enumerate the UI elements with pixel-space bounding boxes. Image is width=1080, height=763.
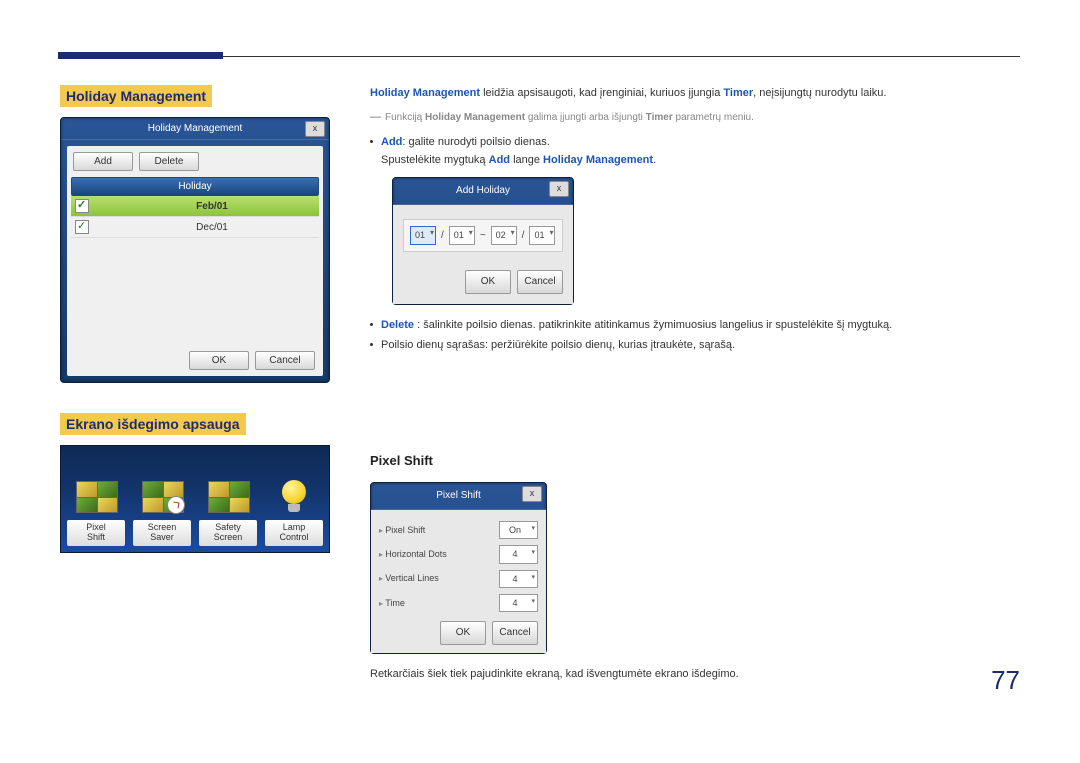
dialog-footer: OK Cancel bbox=[379, 621, 538, 645]
month-from-select[interactable]: 01 bbox=[410, 226, 436, 244]
column-header: Holiday bbox=[71, 177, 319, 196]
dialog-body: Add Delete Holiday Feb/01 Dec/01 OK Ca bbox=[67, 146, 323, 376]
header-accent-bar bbox=[58, 52, 223, 59]
page: Holiday Management Holiday Management x … bbox=[0, 0, 1080, 724]
select[interactable]: On bbox=[499, 521, 538, 539]
dialog-title: Add Holiday x bbox=[393, 178, 573, 205]
close-icon[interactable]: x bbox=[549, 181, 569, 197]
dialog-footer: OK Cancel bbox=[403, 270, 563, 294]
tile-screen-saver[interactable]: Screen Saver bbox=[133, 476, 191, 546]
subheading: Pixel Shift bbox=[370, 451, 1020, 472]
pixel-shift-section: Pixel Shift Pixel Shift x Pixel ShiftOn … bbox=[370, 451, 1020, 684]
ok-button[interactable]: OK bbox=[440, 621, 486, 645]
bullet-icon bbox=[370, 343, 373, 346]
select[interactable]: 4 bbox=[499, 570, 538, 588]
setting-row: Horizontal Dots4 bbox=[379, 542, 538, 566]
lamp-icon bbox=[265, 476, 323, 516]
pixel-shift-icon bbox=[67, 476, 125, 516]
content: Holiday Management Holiday Management x … bbox=[60, 85, 1020, 684]
bullet-list: Poilsio dienų sąrašas: peržiūrėkite poil… bbox=[370, 337, 1020, 355]
add-button[interactable]: Add bbox=[73, 152, 133, 171]
close-icon[interactable]: x bbox=[522, 486, 542, 502]
tile-label: Pixel Shift bbox=[67, 520, 125, 546]
month-to-select[interactable]: 02 bbox=[491, 226, 517, 244]
right-column: Holiday Management leidžia apsisaugoti, … bbox=[370, 85, 1020, 684]
pixel-shift-dialog: Pixel Shift x Pixel ShiftOn Horizontal D… bbox=[370, 482, 547, 655]
tile-lamp-control[interactable]: Lamp Control bbox=[265, 476, 323, 546]
date-range-fields: 01 / 01 ~ 02 / 01 bbox=[403, 219, 563, 251]
dialog-title: Pixel Shift x bbox=[371, 483, 546, 510]
delete-button[interactable]: Delete bbox=[139, 152, 199, 171]
dialog-footer: OK Cancel bbox=[189, 351, 315, 370]
pixel-shift-desc: Retkarčiais šiek tiek pajudinkite ekraną… bbox=[370, 666, 1020, 684]
screen-saver-icon bbox=[133, 476, 191, 516]
checkbox-icon[interactable] bbox=[75, 220, 89, 234]
tile-label: Safety Screen bbox=[199, 520, 257, 546]
safety-screen-icon bbox=[199, 476, 257, 516]
toolbar: Add Delete bbox=[67, 146, 323, 177]
table-row[interactable]: Feb/01 bbox=[71, 196, 319, 217]
term: Holiday Management bbox=[370, 87, 480, 99]
setting-row: Vertical Lines4 bbox=[379, 567, 538, 591]
cell-date: Dec/01 bbox=[109, 222, 315, 233]
section-label-holiday: Holiday Management bbox=[60, 85, 212, 107]
day-from-select[interactable]: 01 bbox=[449, 226, 475, 244]
term: Timer bbox=[723, 87, 753, 99]
bullet-add: Add: galite nurodyti poilsio dienas. Spu… bbox=[370, 134, 1020, 169]
page-number: 77 bbox=[991, 665, 1020, 696]
tile-label: Lamp Control bbox=[265, 520, 323, 546]
tile-label: Screen Saver bbox=[133, 520, 191, 546]
select[interactable]: 4 bbox=[499, 545, 538, 563]
setting-row: Pixel ShiftOn bbox=[379, 518, 538, 542]
cancel-button[interactable]: Cancel bbox=[517, 270, 563, 294]
bullet-icon bbox=[370, 323, 373, 326]
cancel-button[interactable]: Cancel bbox=[255, 351, 315, 370]
tile-safety-screen[interactable]: Safety Screen bbox=[199, 476, 257, 546]
holiday-management-dialog: Holiday Management x Add Delete Holiday … bbox=[60, 117, 330, 383]
tile-pixel-shift[interactable]: Pixel Shift bbox=[67, 476, 125, 546]
dialog-body: Pixel ShiftOn Horizontal Dots4 Vertical … bbox=[371, 510, 546, 654]
select[interactable]: 4 bbox=[499, 594, 538, 612]
left-column: Holiday Management Holiday Management x … bbox=[60, 85, 330, 684]
dialog-body: 01 / 01 ~ 02 / 01 OK Cancel bbox=[393, 205, 573, 303]
table-row[interactable]: Dec/01 bbox=[71, 217, 319, 238]
ok-button[interactable]: OK bbox=[465, 270, 511, 294]
add-holiday-dialog: Add Holiday x 01 / 01 ~ 02 / 01 OK bbox=[392, 177, 574, 304]
ok-button[interactable]: OK bbox=[189, 351, 249, 370]
icon-toolbar: Pixel Shift Screen Saver Safety Screen bbox=[60, 445, 330, 553]
dialog-title-text: Holiday Management bbox=[148, 123, 243, 134]
cell-date: Feb/01 bbox=[109, 201, 315, 212]
screen-burn-section: Ekrano išdegimo apsauga Pixel Shift Scre… bbox=[60, 413, 330, 553]
term: Add bbox=[381, 136, 402, 148]
cancel-button[interactable]: Cancel bbox=[492, 621, 538, 645]
note-text: ―Funkciją Holiday Management galima įjun… bbox=[370, 109, 1020, 127]
bullet-delete: Delete : šalinkite poilsio dienas. patik… bbox=[370, 317, 1020, 335]
setting-row: Time4 bbox=[379, 591, 538, 615]
dialog-title: Holiday Management x bbox=[61, 118, 329, 140]
intro-text: Holiday Management leidžia apsisaugoti, … bbox=[370, 85, 1020, 103]
checkbox-icon[interactable] bbox=[75, 199, 89, 213]
section-label-burn: Ekrano išdegimo apsauga bbox=[60, 413, 246, 435]
bullet-icon bbox=[370, 140, 373, 143]
day-to-select[interactable]: 01 bbox=[529, 226, 555, 244]
close-icon[interactable]: x bbox=[305, 121, 325, 137]
